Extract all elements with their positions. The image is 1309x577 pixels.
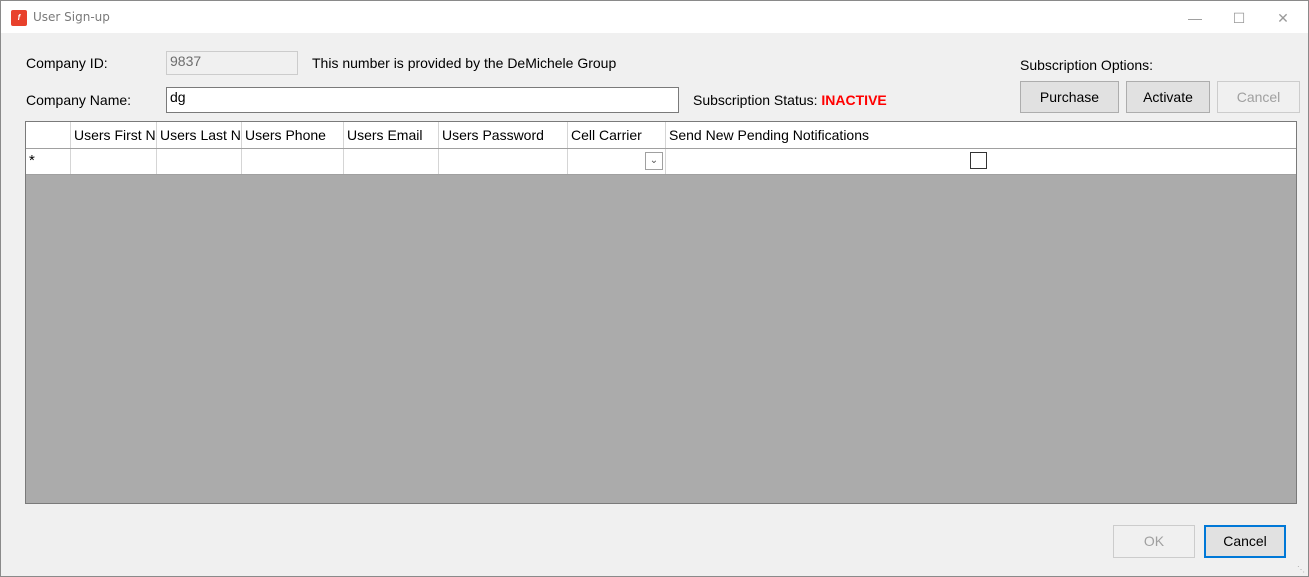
- row-header-corner: [26, 122, 71, 148]
- cell-carrier-combo[interactable]: ⌄: [568, 149, 666, 174]
- password-cell[interactable]: [439, 149, 568, 174]
- maximize-button[interactable]: ☐: [1217, 5, 1261, 31]
- phone-cell[interactable]: [242, 149, 344, 174]
- new-row-marker-icon: *: [26, 149, 71, 174]
- subscription-status-value: INACTIVE: [821, 92, 887, 108]
- user-signup-window: f User Sign-up — ☐ ✕ Company ID: 9837 Th…: [0, 0, 1309, 577]
- company-id-field: 9837: [166, 51, 298, 75]
- subscription-status: Subscription Status: INACTIVE: [693, 92, 887, 108]
- company-id-label: Company ID:: [26, 55, 108, 71]
- column-header-cell-carrier[interactable]: Cell Carrier: [568, 122, 666, 148]
- users-grid[interactable]: Users First Name Users Last Name Users P…: [25, 121, 1297, 504]
- column-header-phone[interactable]: Users Phone: [242, 122, 344, 148]
- send-notifications-checkbox[interactable]: [970, 152, 987, 169]
- minimize-button[interactable]: —: [1173, 5, 1217, 31]
- email-cell[interactable]: [344, 149, 439, 174]
- send-notifications-cell[interactable]: [666, 149, 1296, 174]
- title-bar: f User Sign-up — ☐ ✕: [1, 1, 1308, 33]
- first-name-cell[interactable]: [71, 149, 157, 174]
- column-header-email[interactable]: Users Email: [344, 122, 439, 148]
- column-header-send-notifications[interactable]: Send New Pending Notifications: [666, 122, 1296, 148]
- subscription-options-label: Subscription Options:: [1020, 57, 1154, 73]
- subscription-status-label: Subscription Status:: [693, 92, 818, 108]
- subscription-cancel-button: Cancel: [1217, 81, 1300, 113]
- chevron-down-icon[interactable]: ⌄: [645, 152, 663, 170]
- window-title: User Sign-up: [33, 10, 110, 24]
- column-header-first-name[interactable]: Users First Name: [71, 122, 157, 148]
- new-row[interactable]: * ⌄: [26, 149, 1296, 175]
- activate-button[interactable]: Activate: [1126, 81, 1210, 113]
- company-id-note: This number is provided by the DeMichele…: [312, 55, 617, 71]
- purchase-button[interactable]: Purchase: [1020, 81, 1119, 113]
- company-name-input[interactable]: dg: [166, 87, 679, 113]
- column-header-last-name[interactable]: Users Last Name: [157, 122, 242, 148]
- app-logo-icon: f: [11, 10, 27, 26]
- ok-button: OK: [1113, 525, 1195, 558]
- close-button[interactable]: ✕: [1261, 5, 1305, 31]
- grid-header-row: Users First Name Users Last Name Users P…: [26, 122, 1296, 149]
- resize-grip-icon[interactable]: ⋱: [1297, 565, 1307, 575]
- cancel-button[interactable]: Cancel: [1204, 525, 1286, 558]
- column-header-password[interactable]: Users Password: [439, 122, 568, 148]
- company-name-label: Company Name:: [26, 92, 132, 108]
- last-name-cell[interactable]: [157, 149, 242, 174]
